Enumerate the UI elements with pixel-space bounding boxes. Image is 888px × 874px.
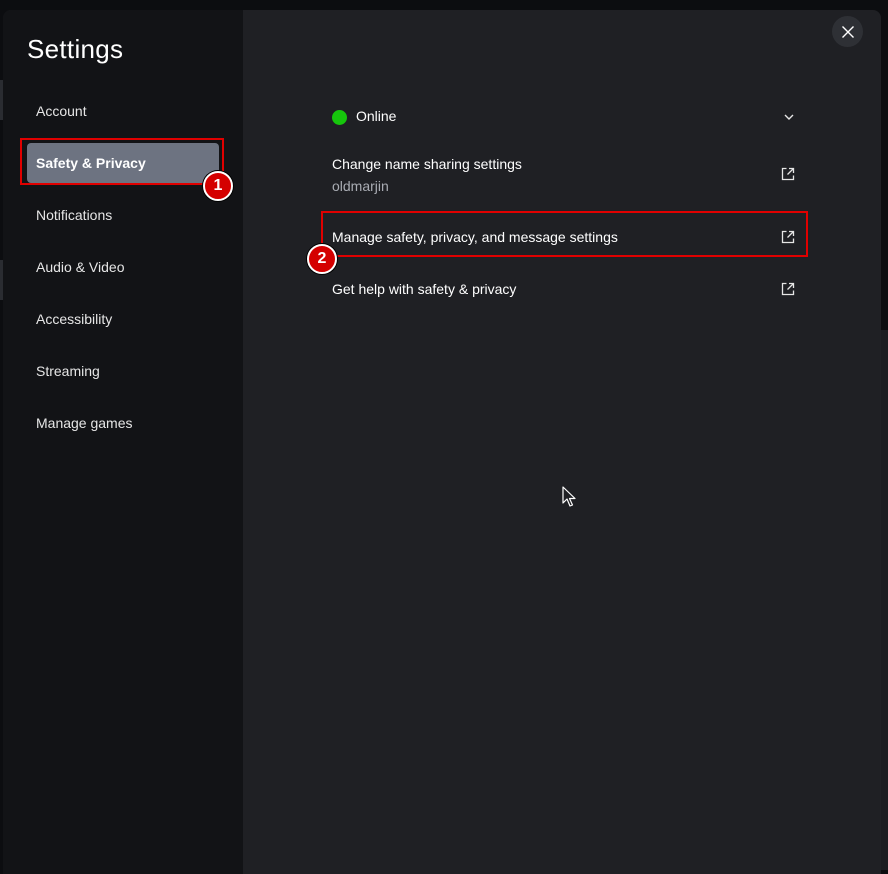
name-sharing-label: Change name sharing settings <box>332 156 522 172</box>
online-status-dot <box>332 110 347 125</box>
background-window-edge <box>880 330 888 870</box>
sidebar-item-label: Notifications <box>36 207 113 223</box>
sidebar-item-label: Accessibility <box>36 311 113 327</box>
sidebar-item-account[interactable]: Account <box>27 91 219 131</box>
sidebar-item-label: Audio & Video <box>36 259 125 275</box>
sidebar-item-streaming[interactable]: Streaming <box>27 351 219 391</box>
close-icon <box>841 25 854 38</box>
external-link-icon <box>781 282 795 296</box>
callout-highlight-safety-privacy <box>20 138 224 185</box>
sidebar-item-manage-games[interactable]: Manage games <box>27 403 219 443</box>
close-button[interactable] <box>832 16 863 47</box>
name-sharing-link[interactable]: Change name sharing settings oldmarjin <box>332 156 802 198</box>
sidebar-item-label: Account <box>36 103 87 119</box>
sidebar-item-audio-video[interactable]: Audio & Video <box>27 247 219 287</box>
sidebar-item-accessibility[interactable]: Accessibility <box>27 299 219 339</box>
online-status-label: Online <box>356 108 397 124</box>
mouse-cursor-icon <box>562 486 576 507</box>
sidebar-item-notifications[interactable]: Notifications <box>27 195 219 235</box>
online-status-dropdown[interactable]: Online <box>332 106 802 130</box>
callout-badge: 1 <box>203 171 233 201</box>
page-title: Settings <box>27 34 124 64</box>
sidebar-item-label: Streaming <box>36 363 100 379</box>
gamertag-value: oldmarjin <box>332 178 389 194</box>
help-safety-label: Get help with safety & privacy <box>332 281 517 297</box>
callout-highlight-manage-settings <box>321 211 808 257</box>
help-safety-privacy-link[interactable]: Get help with safety & privacy <box>332 281 802 303</box>
chevron-down-icon <box>784 114 794 120</box>
settings-content: Online Change name sharing settings oldm… <box>243 10 881 874</box>
sidebar-item-label: Manage games <box>36 415 133 431</box>
external-link-icon <box>781 167 795 181</box>
callout-badge: 2 <box>307 244 337 274</box>
